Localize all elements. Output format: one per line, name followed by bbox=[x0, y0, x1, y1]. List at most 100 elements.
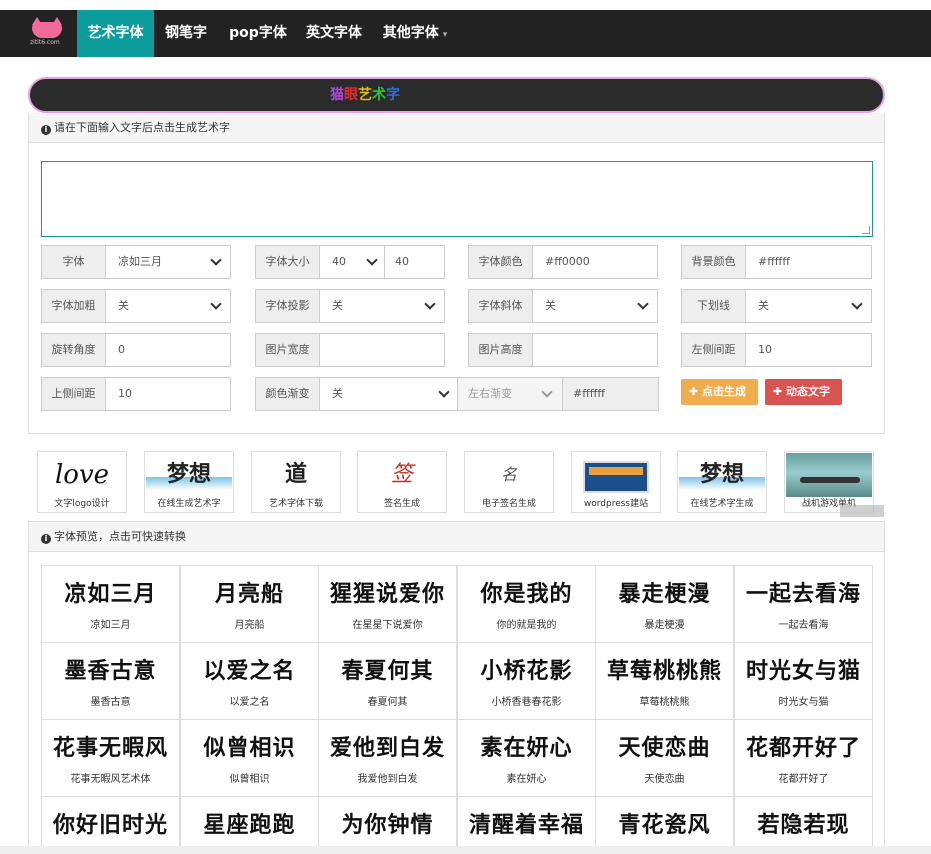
thumb-caption: 在线艺术字生成 bbox=[678, 497, 766, 512]
underline-label: 下划线 bbox=[682, 290, 746, 322]
shadow-value: 关 bbox=[332, 299, 343, 312]
font-preview-art: 星座跑跑 bbox=[203, 812, 296, 838]
font-preview-name: 你的就是我的 bbox=[496, 620, 557, 631]
font-preview-cell[interactable]: 花都开好了 花都开好了 bbox=[734, 719, 873, 797]
font-preview-art: 月亮船 bbox=[214, 581, 284, 607]
chevron-down-icon bbox=[210, 254, 222, 266]
thumb-signature[interactable]: 签 签名生成 bbox=[357, 451, 447, 513]
preview-panel-title: 字体预览，点击可快速转换 bbox=[54, 530, 186, 543]
font-preview-cell[interactable]: 凉如三月 凉如三月 bbox=[41, 565, 180, 643]
chevron-down-icon bbox=[438, 386, 450, 398]
font-preview-art: 春夏何其 bbox=[341, 658, 434, 684]
font-size-input[interactable]: 40 bbox=[385, 246, 409, 278]
thumb-font-download[interactable]: 道 艺术字体下载 bbox=[251, 451, 341, 513]
bold-value: 关 bbox=[118, 299, 129, 312]
generator-panel: i 请在下面输入文字后点击生成艺术字 字体 凉如三月 字体大小 40 40 字体颜… bbox=[28, 113, 885, 434]
font-preview-art: 时光女与猫 bbox=[745, 658, 861, 684]
nav-item-other-label: 其他字体 bbox=[382, 25, 439, 41]
generate-button[interactable]: ✚ 点击生成 bbox=[681, 379, 758, 405]
banner-char: 术 bbox=[372, 87, 386, 103]
logo-text: zitit6.com bbox=[30, 39, 60, 46]
font-preview-art: 凉如三月 bbox=[64, 581, 157, 607]
font-preview-cell[interactable]: 时光女与猫 时光女与猫 bbox=[734, 642, 873, 720]
nav-item-pop-font[interactable]: pop字体 bbox=[222, 10, 294, 57]
font-preview-cell[interactable]: 草莓桃桃熊 草莓桃桃熊 bbox=[595, 642, 734, 720]
thumb-logo-design[interactable]: love 文字logo设计 bbox=[37, 451, 127, 513]
thumb-online-art[interactable]: 梦想 在线生成艺术字 bbox=[144, 451, 234, 513]
font-preview-cell[interactable]: 你是我的 你的就是我的 bbox=[457, 565, 596, 643]
bg-color-field[interactable]: 背景颜色 #ffffff bbox=[681, 245, 872, 279]
gradient-select[interactable]: 关 bbox=[322, 378, 343, 410]
font-preview-name: 月亮船 bbox=[234, 620, 265, 631]
animate-text-button[interactable]: ✚ 动态文字 bbox=[765, 379, 842, 405]
left-margin-label: 左侧间距 bbox=[682, 334, 746, 366]
font-preview-cell[interactable]: 天使恋曲 天使恋曲 bbox=[595, 719, 734, 797]
thumb-caption: 电子签名生成 bbox=[465, 497, 553, 512]
site-logo[interactable]: zitit6.com bbox=[28, 17, 68, 46]
info-icon: i bbox=[41, 125, 51, 135]
thumb-caption: 文字logo设计 bbox=[38, 497, 126, 512]
font-preview-cell[interactable]: 墨香古意 墨香古意 bbox=[41, 642, 180, 720]
chevron-down-icon bbox=[851, 298, 863, 310]
bold-label: 字体加粗 bbox=[42, 290, 106, 322]
font-preview-name: 一起去看海 bbox=[778, 620, 829, 631]
font-preview-art: 素在妍心 bbox=[480, 735, 573, 761]
gradient-color-value[interactable]: #ffffff bbox=[563, 378, 658, 410]
font-preview-cell[interactable]: 花事无暇风 花事无暇风艺术体 bbox=[41, 719, 180, 797]
font-preview-art: 暴走梗漫 bbox=[618, 581, 711, 607]
top-margin-field[interactable]: 上侧间距 10 bbox=[41, 377, 231, 411]
font-preview-cell[interactable]: 似曾相识 似曾相识 bbox=[180, 719, 319, 797]
font-preview-name: 凉如三月 bbox=[90, 620, 131, 631]
thumb-caption: 艺术字体下载 bbox=[252, 497, 340, 512]
font-preview-name: 草莓桃桃熊 bbox=[639, 697, 690, 708]
nav-item-art-font[interactable]: 艺术字体 bbox=[77, 10, 154, 57]
text-input[interactable] bbox=[41, 161, 873, 237]
rotate-value: 0 bbox=[118, 343, 125, 356]
thumb-online-art-2[interactable]: 梦想 在线艺术字生成 bbox=[677, 451, 767, 513]
font-preview-name: 花都开好了 bbox=[778, 774, 829, 785]
resize-grip-icon[interactable] bbox=[862, 226, 870, 234]
font-preview-cell[interactable]: 以爱之名 以爱之名 bbox=[180, 642, 319, 720]
font-preview-cell[interactable]: 素在妍心 素在妍心 bbox=[457, 719, 596, 797]
font-preview-cell[interactable]: 月亮船 月亮船 bbox=[180, 565, 319, 643]
font-preview-cell[interactable]: 猩猩说爱你 在星星下说爱你 bbox=[318, 565, 457, 643]
bold-select[interactable]: 字体加粗 关 bbox=[41, 289, 231, 323]
chevron-down-icon bbox=[210, 298, 222, 310]
bg-color-label: 背景颜色 bbox=[682, 246, 746, 278]
italic-select[interactable]: 字体斜体 关 bbox=[468, 289, 658, 323]
font-color-field[interactable]: 字体颜色 #ff0000 bbox=[468, 245, 658, 279]
horizontal-scrollbar[interactable] bbox=[0, 846, 931, 854]
image-width-field[interactable]: 图片宽度 bbox=[255, 333, 445, 367]
font-label: 字体 bbox=[42, 246, 106, 278]
banner-char: 猫 bbox=[330, 87, 344, 103]
font-preview-cell[interactable]: 春夏何其 春夏何其 bbox=[318, 642, 457, 720]
ship-icon bbox=[800, 477, 860, 483]
thumb-e-signature[interactable]: 名 电子签名生成 bbox=[464, 451, 554, 513]
left-margin-field[interactable]: 左侧间距 10 bbox=[681, 333, 872, 367]
dropdown-caret-icon: ▾ bbox=[442, 30, 448, 40]
image-height-field[interactable]: 图片高度 bbox=[468, 333, 658, 367]
underline-select[interactable]: 下划线 关 bbox=[681, 289, 872, 323]
italic-value: 关 bbox=[545, 299, 556, 312]
font-preview-art: 花都开好了 bbox=[745, 735, 861, 761]
underline-value: 关 bbox=[758, 299, 769, 312]
font-preview-cell[interactable]: 小桥花影 小桥香巷春花影 bbox=[457, 642, 596, 720]
bg-color-value: #ffffff bbox=[758, 255, 790, 268]
thumb-wordpress[interactable]: wordpress建站 bbox=[571, 451, 661, 513]
font-preview-art: 一起去看海 bbox=[745, 581, 861, 607]
nav-item-english-font[interactable]: 英文字体 bbox=[299, 10, 369, 57]
font-preview-cell[interactable]: 暴走梗漫 暴走梗漫 bbox=[595, 565, 734, 643]
screen-block bbox=[589, 467, 643, 475]
font-preview-cell[interactable]: 爱他到白发 我爱他到白发 bbox=[318, 719, 457, 797]
nav-item-other-font[interactable]: 其他字体 ▾ bbox=[375, 10, 455, 57]
nav-item-pen-font[interactable]: 钢笔字 bbox=[157, 10, 215, 57]
font-preview-name: 时光女与猫 bbox=[778, 697, 829, 708]
font-preview-cell[interactable]: 一起去看海 一起去看海 bbox=[734, 565, 873, 643]
top-strip bbox=[0, 0, 931, 10]
gradient-field: 颜色渐变 关 左右渐变 #ffffff bbox=[255, 377, 659, 411]
font-size-select[interactable]: 40 bbox=[322, 246, 346, 278]
font-select[interactable]: 字体 凉如三月 bbox=[41, 245, 231, 279]
thumb-fighter-game[interactable]: 战机游戏单机 bbox=[784, 451, 874, 513]
shadow-select[interactable]: 字体投影 关 bbox=[255, 289, 445, 323]
rotate-field[interactable]: 旋转角度 0 bbox=[41, 333, 231, 367]
